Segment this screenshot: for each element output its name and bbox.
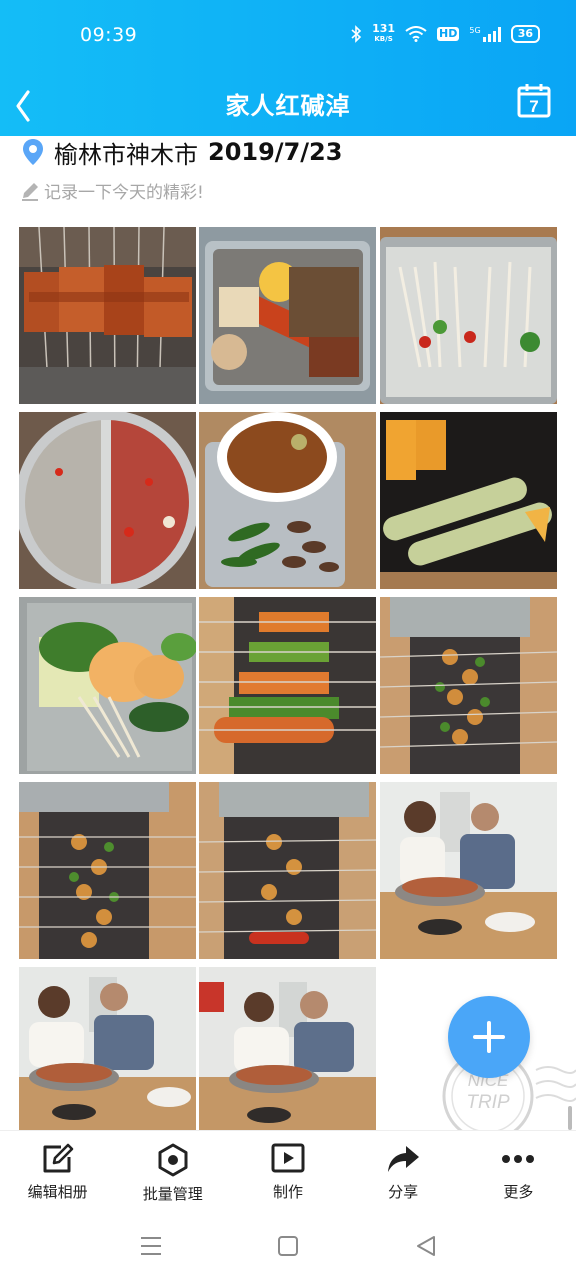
location-place: 榆林市神木市 — [54, 140, 198, 169]
note-input[interactable]: 记录一下今天的精彩! — [20, 178, 204, 203]
location-date: 2019/7/23 — [208, 138, 343, 166]
more-button[interactable]: 更多 — [461, 1131, 576, 1213]
battery-icon: 36 — [510, 25, 540, 43]
home-icon[interactable] — [278, 1236, 298, 1256]
photo-hotpot-broth[interactable] — [19, 412, 196, 589]
photo-grill-skewers-closeup[interactable] — [199, 597, 376, 774]
share-icon — [388, 1146, 420, 1172]
status-time: 09:39 — [80, 24, 138, 46]
hd-badge: HD — [437, 27, 460, 41]
calendar-button[interactable]: 7 — [516, 82, 552, 118]
hexagon-icon — [158, 1143, 188, 1177]
photo-enoki-mushrooms[interactable] — [380, 227, 557, 404]
photo-bowl-and-beans[interactable] — [199, 412, 376, 589]
page-title: 家人红碱淖 — [225, 92, 351, 120]
photo-grill-table-3[interactable] — [199, 782, 376, 959]
photo-grill-table-2[interactable] — [19, 782, 196, 959]
wifi-icon — [405, 26, 427, 42]
photo-crackers-and-rolls[interactable] — [380, 412, 557, 589]
photo-bbq-platter[interactable] — [199, 227, 376, 404]
batch-manage-button[interactable]: 批量管理 — [115, 1131, 230, 1213]
status-icons: 131 KB/S HD 5G 36 — [350, 22, 540, 44]
status-bar: 09:39 131 KB/S HD 5G 36 — [0, 0, 576, 72]
more-icon — [502, 1155, 535, 1163]
bottom-action-bar: 编辑相册 批量管理 制作 分享 更多 — [0, 1130, 576, 1213]
add-photo-button[interactable] — [448, 996, 530, 1078]
back-nav-icon[interactable] — [416, 1235, 436, 1257]
scrollbar[interactable] — [568, 1106, 572, 1130]
plus-icon — [473, 1021, 505, 1053]
photo-grilled-skewers[interactable] — [19, 227, 196, 404]
menu-icon[interactable] — [140, 1236, 162, 1256]
more-label: 更多 — [503, 1183, 534, 1201]
calendar-day: 7 — [529, 97, 538, 116]
make-label: 制作 — [272, 1183, 303, 1201]
location-row[interactable]: 榆林市神木市 2019/7/23 — [22, 136, 343, 169]
photo-family-dinner-3[interactable] — [199, 967, 376, 1144]
play-icon — [271, 1143, 305, 1173]
calendar-icon: 7 — [517, 84, 551, 118]
photo-grill-table-1[interactable] — [380, 597, 557, 774]
location-pin-icon — [23, 139, 43, 165]
edit-icon — [43, 1143, 73, 1173]
stamp-text-2: TRIP — [466, 1092, 510, 1113]
edit-album-button[interactable]: 编辑相册 — [0, 1131, 115, 1213]
bluetooth-icon — [351, 25, 362, 43]
system-nav-bar — [0, 1212, 576, 1280]
make-button[interactable]: 制作 — [230, 1131, 345, 1213]
signal-icon: 5G — [469, 26, 501, 42]
photo-family-dinner-2[interactable] — [19, 967, 196, 1144]
share-button[interactable]: 分享 — [346, 1131, 461, 1213]
note-placeholder: 记录一下今天的精彩! — [44, 183, 204, 203]
batch-manage-label: 批量管理 — [142, 1185, 203, 1203]
photo-vegetable-plate[interactable] — [19, 597, 196, 774]
photo-family-dinner-1[interactable] — [380, 782, 557, 959]
network-speed: 131 KB/S — [372, 22, 396, 43]
pencil-icon — [22, 182, 38, 201]
share-label: 分享 — [388, 1183, 419, 1201]
edit-album-label: 编辑相册 — [27, 1183, 88, 1201]
app-bar: 家人红碱淖 7 — [0, 72, 576, 136]
